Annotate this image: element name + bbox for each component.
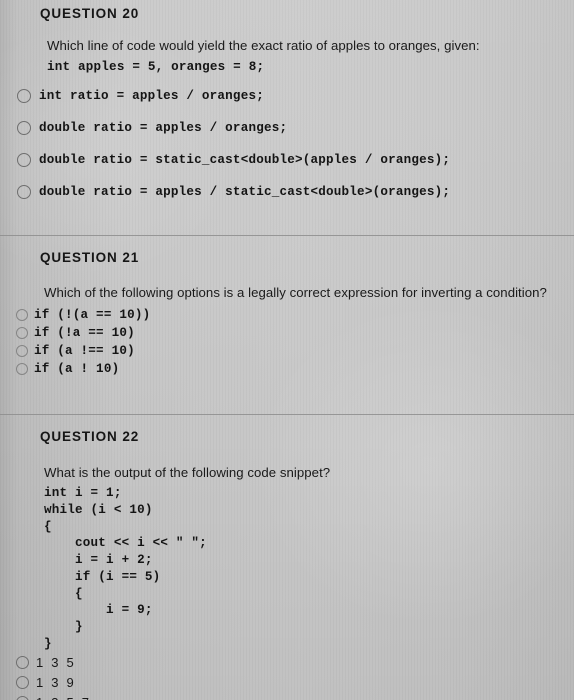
radio-button-icon[interactable] [16, 676, 29, 690]
radio-button-icon[interactable] [16, 326, 28, 339]
question-body-22: What is the output of the following code… [0, 465, 574, 700]
answer-option-label: if (a ! 10) [34, 361, 120, 376]
radio-button-icon[interactable] [17, 185, 31, 200]
radio-button-icon[interactable] [16, 362, 28, 375]
answer-option-label: if (!(a == 10)) [34, 307, 151, 322]
radio-button-icon[interactable] [16, 696, 29, 700]
question-heading-21: QUESTION 21 [40, 250, 140, 266]
answer-options-21: if (!(a == 10)) if (!a == 10) if (a !== … [16, 306, 574, 378]
answer-option-label: int ratio = apples / oranges; [39, 89, 264, 104]
answer-option-label: 1 3 9 [36, 675, 76, 691]
radio-button-icon[interactable] [17, 121, 31, 136]
answer-options-22: 1 3 5 1 3 9 1 3 5 7 1 3 5 9 [16, 653, 574, 700]
question-block-20: QUESTION 20 Which line of code would yie… [0, 0, 574, 208]
radio-button-icon[interactable] [16, 344, 28, 357]
answer-option-label: if (a !== 10) [34, 343, 135, 358]
question-prompt-22: What is the output of the following code… [44, 464, 331, 480]
question-heading-20: QUESTION 20 [40, 6, 140, 21]
question-block-22: QUESTION 22 What is the output of the fo… [0, 415, 574, 700]
answer-option-label: double ratio = static_cast<double>(apple… [39, 153, 451, 168]
question-body-20: Which line of code would yield the exact… [0, 38, 574, 208]
radio-button-icon[interactable] [16, 308, 28, 321]
answer-option[interactable]: double ratio = apples / static_cast<doub… [17, 176, 574, 208]
question-given-code-20: int apples = 5, oranges = 8; [47, 59, 265, 74]
answer-option[interactable]: double ratio = static_cast<double>(apple… [17, 144, 574, 176]
answer-option-label: 1 3 5 [36, 655, 76, 671]
answer-option[interactable]: 1 3 5 7 [16, 693, 574, 700]
answer-option[interactable]: double ratio = apples / oranges; [17, 112, 574, 144]
answer-option-label: double ratio = apples / static_cast<doub… [39, 185, 451, 200]
answer-option[interactable]: if (a ! 10) [16, 360, 574, 378]
question-prompt-20: Which line of code would yield the exact… [47, 38, 480, 53]
answer-option[interactable]: int ratio = apples / oranges; [17, 80, 574, 112]
answer-option[interactable]: if (a !== 10) [16, 342, 574, 360]
question-body-21: Which of the following options is a lega… [0, 285, 574, 378]
answer-option[interactable]: 1 3 5 [16, 653, 574, 673]
answer-option[interactable]: if (!(a == 10)) [16, 306, 574, 324]
answer-options-20: int ratio = apples / oranges; double rat… [17, 80, 574, 208]
question-block-21: QUESTION 21 Which of the following optio… [0, 236, 574, 378]
radio-button-icon[interactable] [16, 656, 29, 670]
question-heading-22: QUESTION 22 [40, 428, 140, 444]
quiz-page: QUESTION 20 Which line of code would yie… [0, 0, 574, 700]
question-prompt-21: Which of the following options is a lega… [44, 285, 547, 301]
answer-option-label: double ratio = apples / oranges; [39, 121, 288, 136]
radio-button-icon[interactable] [17, 89, 31, 104]
answer-option[interactable]: 1 3 9 [16, 673, 574, 693]
question-code-snippet-22: int i = 1; while (i < 10) { cout << i <<… [44, 486, 207, 651]
answer-option-label: 1 3 5 7 [36, 695, 91, 700]
answer-option[interactable]: if (!a == 10) [16, 324, 574, 342]
radio-button-icon[interactable] [17, 153, 31, 168]
answer-option-label: if (!a == 10) [34, 325, 135, 340]
